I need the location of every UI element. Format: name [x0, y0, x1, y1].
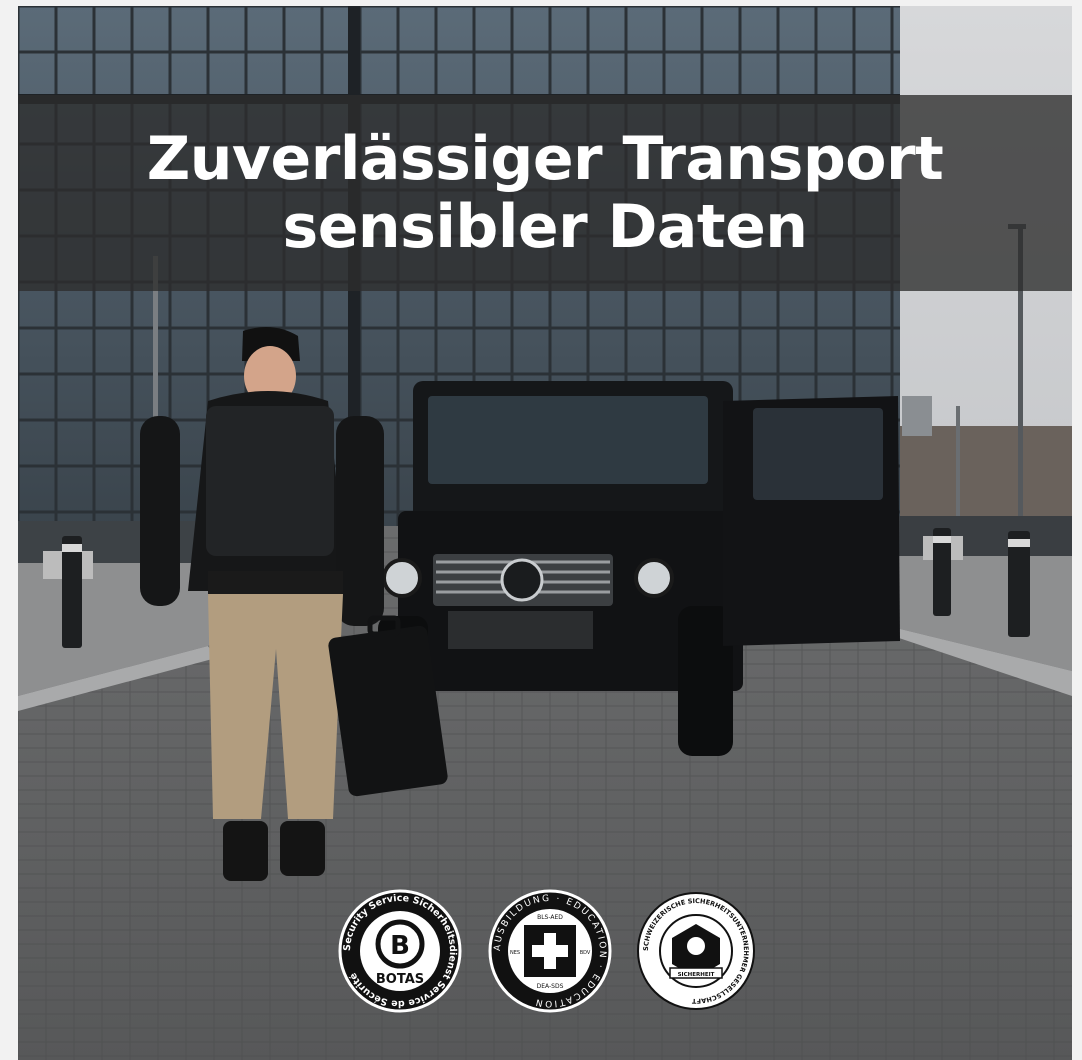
education-left-label: NES	[510, 950, 520, 956]
education-badge: BLS-AED DEA-SDS NES BDV AUSBILDUNG · EDU…	[488, 889, 612, 1013]
education-bottom-label: DEA-SDS	[537, 983, 564, 990]
headline-line-1: Zuverlässiger Transport	[146, 124, 944, 194]
swiss-badge-label: SICHERHEIT	[678, 972, 715, 978]
headline-line-2: sensibler Daten	[282, 192, 808, 262]
botas-label: BOTAS	[376, 972, 424, 987]
botas-initial: B	[390, 931, 410, 961]
botas-badge: B BOTAS Security Service Sicherheitsdien…	[338, 889, 462, 1013]
headline-banner: Zuverlässiger Transport sensibler Daten	[18, 95, 1072, 291]
hero-image-frame: Zuverlässiger Transport sensibler Daten …	[18, 6, 1072, 1060]
swiss-security-badge: SICHERHEIT SCHWEIZERISCHE SICHERHEITSUNT…	[637, 892, 755, 1010]
education-right-label: BDV	[580, 950, 591, 956]
certification-badges: B BOTAS Security Service Sicherheitsdien…	[338, 889, 755, 1013]
education-top-label: BLS-AED	[537, 914, 563, 921]
